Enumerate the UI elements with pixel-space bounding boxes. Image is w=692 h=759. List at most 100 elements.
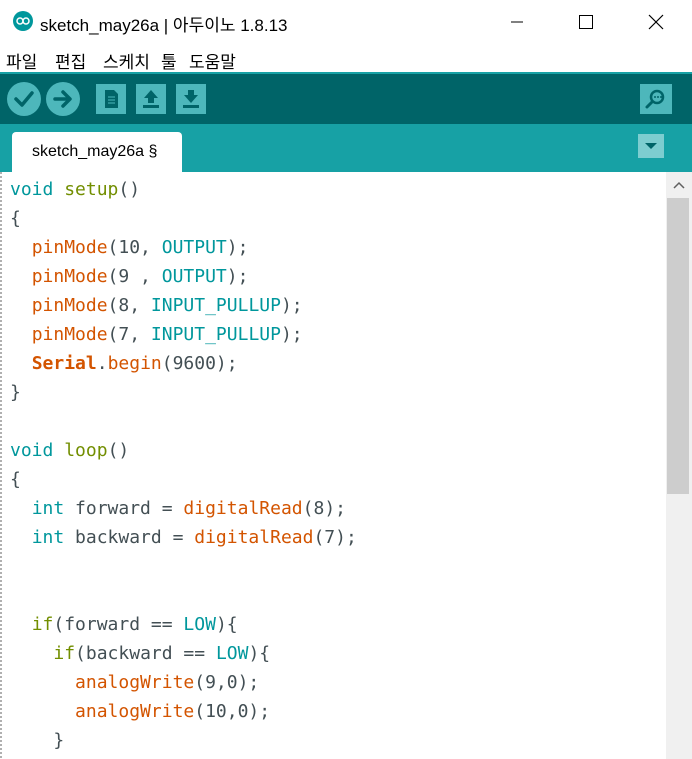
tab-bar: sketch_may26a § [0, 124, 692, 172]
minimize-button[interactable] [482, 0, 552, 44]
verify-icon [14, 91, 34, 107]
code-line: void loop() [10, 436, 129, 465]
code-line: if(forward == LOW){ [10, 610, 238, 639]
chevron-up-icon [673, 181, 685, 189]
save-button[interactable] [176, 84, 206, 114]
code-token: if [31, 614, 54, 635]
code-token: { [10, 469, 21, 490]
code-token: (7, [107, 324, 151, 345]
code-token: begin [107, 353, 162, 374]
tab-label: sketch_may26a § [32, 143, 158, 160]
close-icon [648, 14, 664, 30]
code-line: Serial.begin(9600); [10, 349, 238, 378]
code-token: INPUT_PULLUP [150, 295, 281, 316]
code-token: INPUT_PULLUP [150, 324, 281, 345]
code-token: if [53, 643, 76, 664]
code-token: OUTPUT [161, 266, 227, 287]
code-token: . [96, 353, 108, 374]
menu-help[interactable]: 도움말 [189, 48, 236, 73]
code-token: pinMode [31, 266, 108, 287]
code-token: int [31, 498, 65, 519]
code-editor[interactable]: void setup() { pinMode(10, OUTPUT); pinMo… [0, 172, 666, 759]
vertical-scrollbar[interactable] [666, 172, 692, 759]
close-button[interactable] [621, 0, 691, 44]
open-icon [143, 90, 159, 108]
code-line: { [10, 465, 21, 494]
code-token: { [10, 208, 21, 229]
code-line: { [10, 204, 21, 233]
serial-monitor-button[interactable] [640, 84, 672, 114]
code-token: digitalRead [194, 527, 314, 548]
upload-button[interactable] [46, 82, 80, 116]
code-line: pinMode(9 , OUTPUT); [10, 262, 249, 291]
code-line: if(backward == LOW){ [10, 639, 270, 668]
code-line: int forward = digitalRead(8); [10, 494, 346, 523]
open-button[interactable] [136, 84, 166, 114]
code-line: pinMode(7, INPUT_PULLUP); [10, 320, 303, 349]
title-bar: sketch_may26a | 아두이노 1.8.13 [0, 0, 692, 44]
menu-bar: 파일 편집 스케치 툴 도움말 [0, 44, 692, 74]
code-token: ); [280, 295, 303, 316]
code-line: int backward = digitalRead(7); [10, 523, 357, 552]
code-token: (8); [302, 498, 346, 519]
new-icon [105, 90, 118, 108]
code-line: analogWrite(10,0); [10, 697, 270, 726]
tab-sketch[interactable]: sketch_may26a § [12, 132, 182, 172]
code-token: pinMode [31, 237, 108, 258]
code-line: } [10, 726, 64, 755]
code-token: (7); [313, 527, 357, 548]
arduino-icon [13, 11, 33, 31]
code-token: analogWrite [75, 701, 195, 722]
code-token: (9600); [161, 353, 238, 374]
upload-icon [53, 90, 72, 108]
menu-sketch[interactable]: 스케치 [103, 48, 150, 73]
maximize-icon [579, 15, 593, 29]
code-token: () [107, 440, 130, 461]
code-token: backward = [64, 527, 195, 548]
code-token: LOW [183, 614, 216, 635]
editor-left-border [0, 172, 2, 759]
code-token: } [10, 730, 65, 751]
code-token: (9 , [107, 266, 162, 287]
code-token: (backward == [75, 643, 216, 664]
code-line: pinMode(10, OUTPUT); [10, 233, 249, 262]
verify-button[interactable] [7, 82, 41, 116]
code-token: digitalRead [183, 498, 303, 519]
code-line: } [10, 378, 21, 407]
code-token: (10,0); [194, 701, 271, 722]
code-token: ); [226, 266, 249, 287]
menu-tools[interactable]: 툴 [161, 48, 177, 73]
code-token: Serial [31, 353, 97, 374]
new-button[interactable] [96, 84, 126, 114]
code-token: pinMode [31, 295, 108, 316]
code-token: pinMode [31, 324, 108, 345]
scroll-thumb[interactable] [667, 198, 689, 494]
code-token: (9,0); [194, 672, 260, 693]
menu-file[interactable]: 파일 [6, 48, 37, 73]
code-token: int [31, 527, 65, 548]
code-token: ){ [215, 614, 238, 635]
tab-menu-button[interactable] [638, 134, 664, 158]
code-line: void setup() [10, 175, 140, 204]
code-token: setup [64, 179, 119, 200]
maximize-button[interactable] [551, 0, 621, 44]
save-icon [183, 90, 199, 108]
code-token: analogWrite [75, 672, 195, 693]
menu-edit[interactable]: 편집 [55, 48, 86, 73]
scroll-up-button[interactable] [666, 172, 692, 198]
code-token: () [118, 179, 141, 200]
toolbar [0, 74, 692, 124]
code-token: forward = [64, 498, 184, 519]
code-token: (forward == [53, 614, 184, 635]
